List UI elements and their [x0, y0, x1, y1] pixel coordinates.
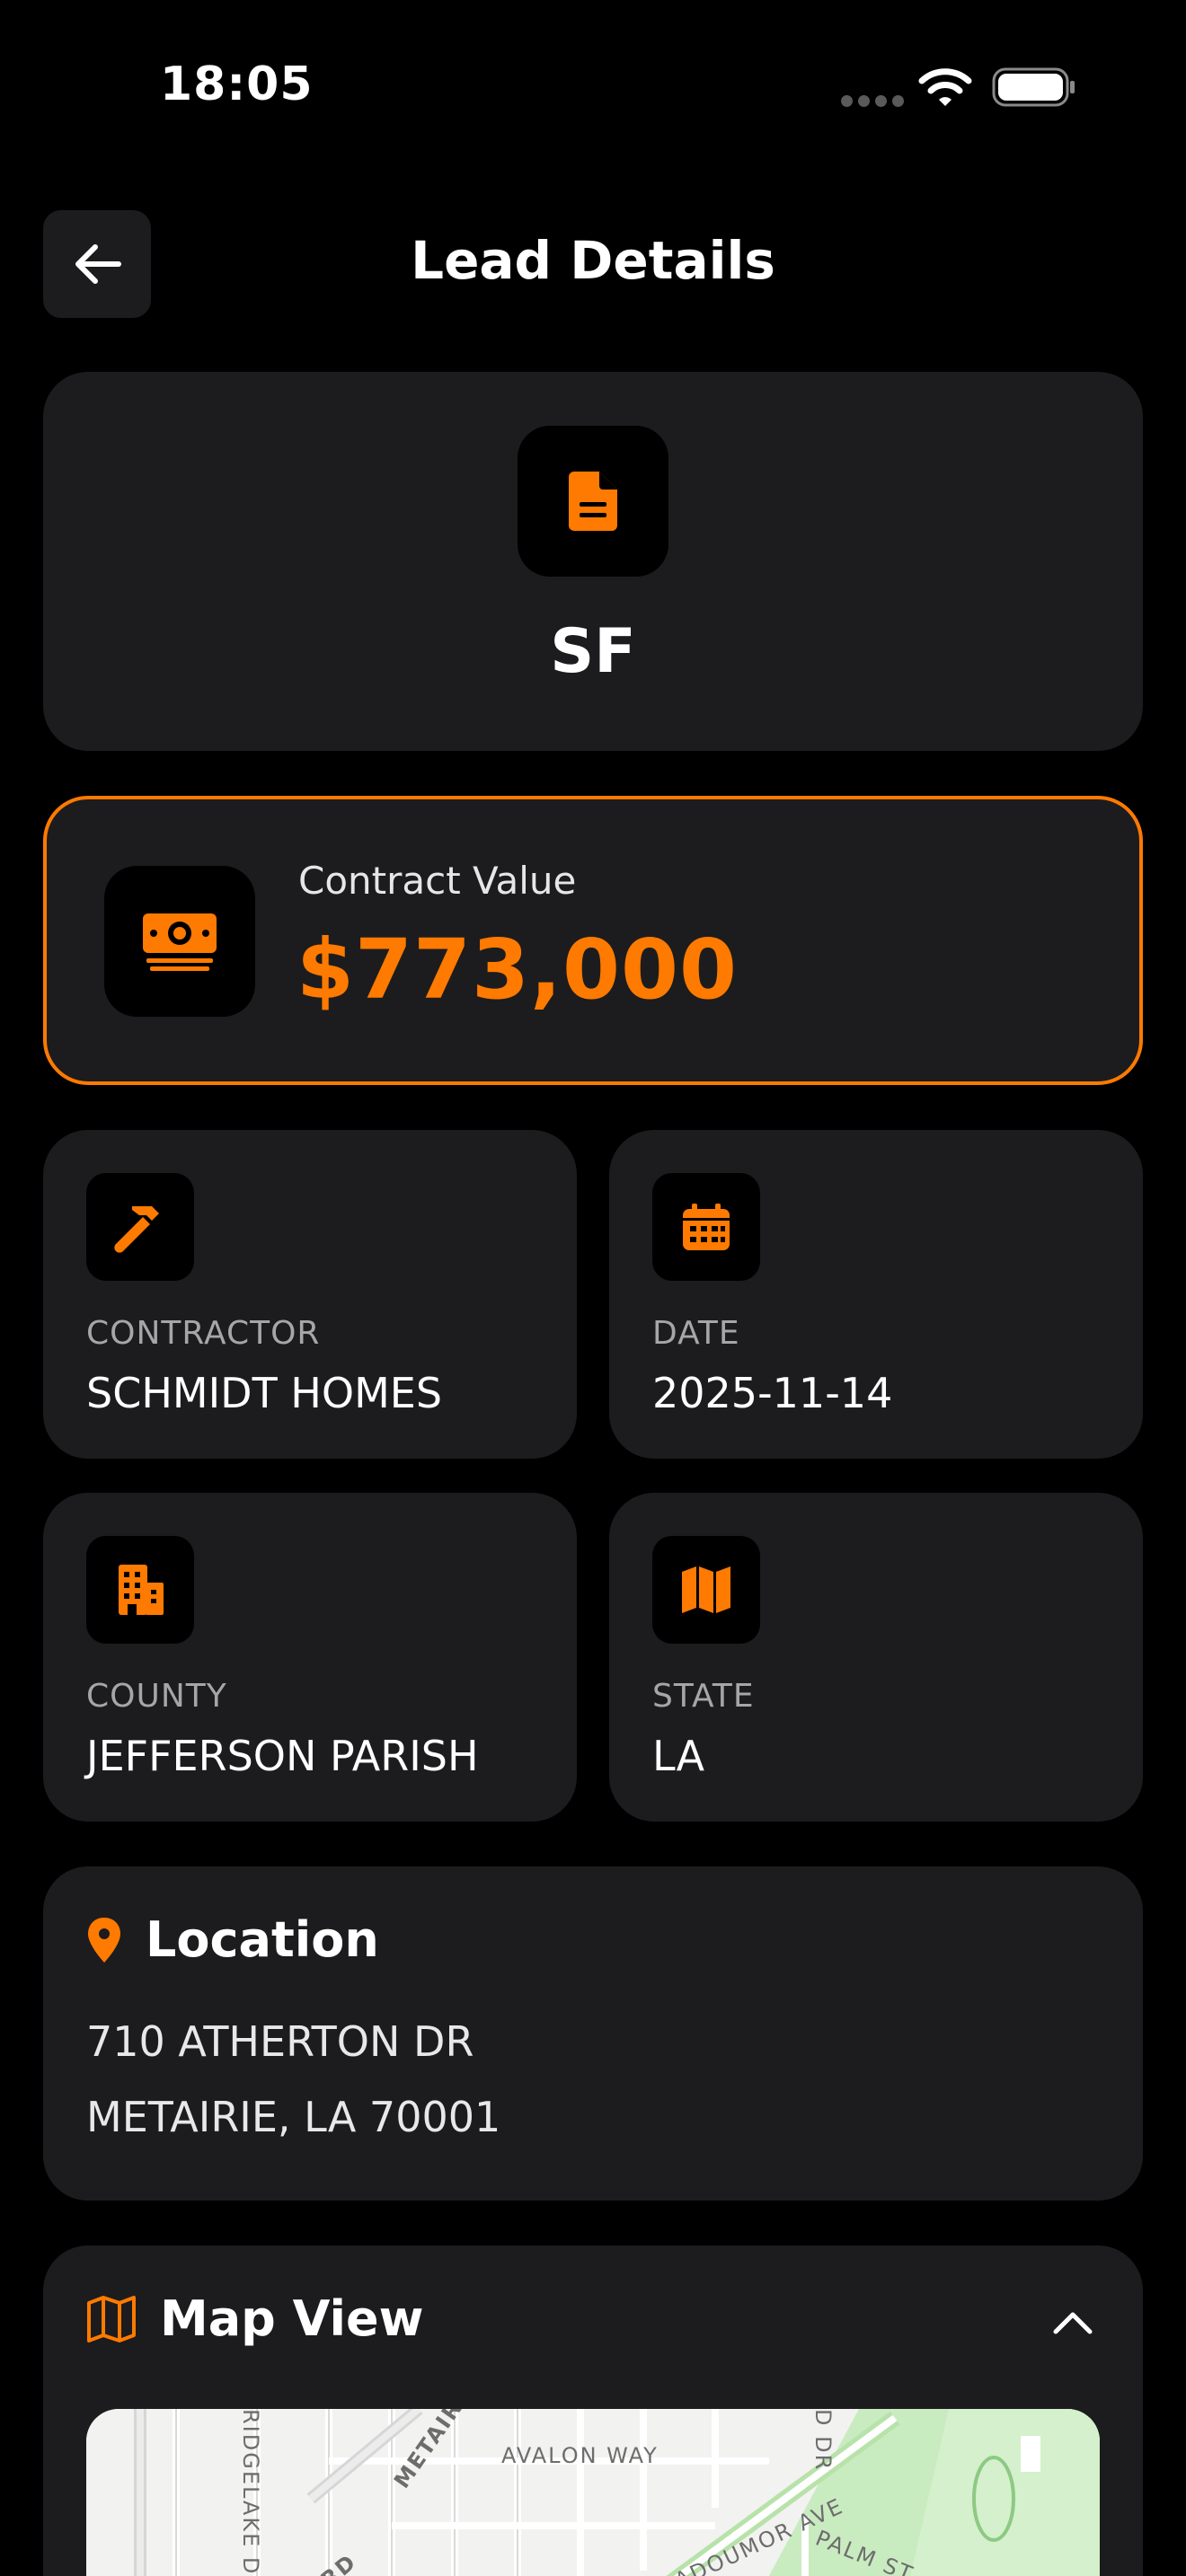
address-line-2: METAIRIE, LA 70001	[86, 2093, 501, 2141]
county-icon-container	[86, 1536, 194, 1644]
contractor-value: SCHMIDT HOMES	[86, 1369, 443, 1417]
county-tile: COUNTY JEFFERSON PARISH	[43, 1493, 577, 1822]
date-icon-container	[652, 1173, 760, 1281]
lead-icon-container	[518, 426, 668, 577]
location-title: Location	[146, 1911, 379, 1968]
money-icon	[143, 913, 217, 971]
contractor-label: CONTRACTOR	[86, 1315, 321, 1352]
contract-value-label: Contract Value	[298, 859, 577, 903]
status-bar: 18:05	[0, 0, 1186, 171]
chevron-up-icon	[1053, 2312, 1093, 2334]
lead-summary-card	[43, 372, 1143, 751]
map-view-header[interactable]: Map View	[86, 2290, 424, 2347]
date-tile: DATE 2025-11-14	[609, 1130, 1143, 1459]
location-pin-icon	[88, 1917, 120, 1963]
document-icon	[569, 472, 617, 531]
hammer-icon	[114, 1206, 159, 1253]
location-header: Location	[86, 1911, 379, 1968]
state-value: LA	[652, 1732, 705, 1780]
map-view-title: Map View	[160, 2290, 424, 2347]
map-icon	[682, 1566, 730, 1613]
date-label: DATE	[652, 1315, 740, 1352]
battery-icon	[992, 67, 1075, 107]
collapse-map-button[interactable]	[1046, 2296, 1100, 2350]
contractor-icon-container	[86, 1173, 194, 1281]
state-tile: STATE LA	[609, 1493, 1143, 1822]
wifi-icon	[918, 68, 972, 106]
map-outline-icon	[87, 2295, 136, 2342]
building-icon	[119, 1565, 164, 1615]
contractor-tile: CONTRACTOR SCHMIDT HOMES	[43, 1130, 577, 1459]
street-map: AVALON WAY PALM ST ADOUMOR AVE METAIRIE …	[86, 2409, 1100, 2576]
date-value: 2025-11-14	[652, 1369, 893, 1417]
street-label-avalon: AVALON WAY	[501, 2443, 659, 2468]
state-icon-container	[652, 1536, 760, 1644]
map-view-card: Map View AVALON WAY PALM ST ADOUMOR AVE …	[43, 2245, 1143, 2576]
location-card: Location 710 ATHERTON DR METAIRIE, LA 70…	[43, 1866, 1143, 2201]
contract-icon-container	[104, 866, 255, 1017]
street-label-d-dr: D DR	[810, 2409, 836, 2471]
contract-value-amount: $773,000	[296, 922, 739, 1018]
status-time: 18:05	[160, 57, 314, 111]
map-view[interactable]: AVALON WAY PALM ST ADOUMOR AVE METAIRIE …	[86, 2409, 1100, 2576]
address-line-1: 710 ATHERTON DR	[86, 2017, 474, 2066]
calendar-icon	[683, 1204, 730, 1250]
page-title: Lead Details	[411, 230, 775, 291]
contract-value-card: Contract Value $773,000	[43, 796, 1143, 1085]
lead-details-screen: 18:05 Lead Details SF Contract Value $77…	[0, 0, 1186, 2576]
county-value: JEFFERSON PARISH	[86, 1732, 479, 1780]
street-label-ridgelake: RIDGELAKE DR	[238, 2409, 263, 2576]
county-label: COUNTY	[86, 1678, 227, 1715]
cellular-signal-icon	[841, 95, 904, 107]
state-label: STATE	[652, 1678, 755, 1715]
lead-name: SF	[550, 616, 636, 687]
